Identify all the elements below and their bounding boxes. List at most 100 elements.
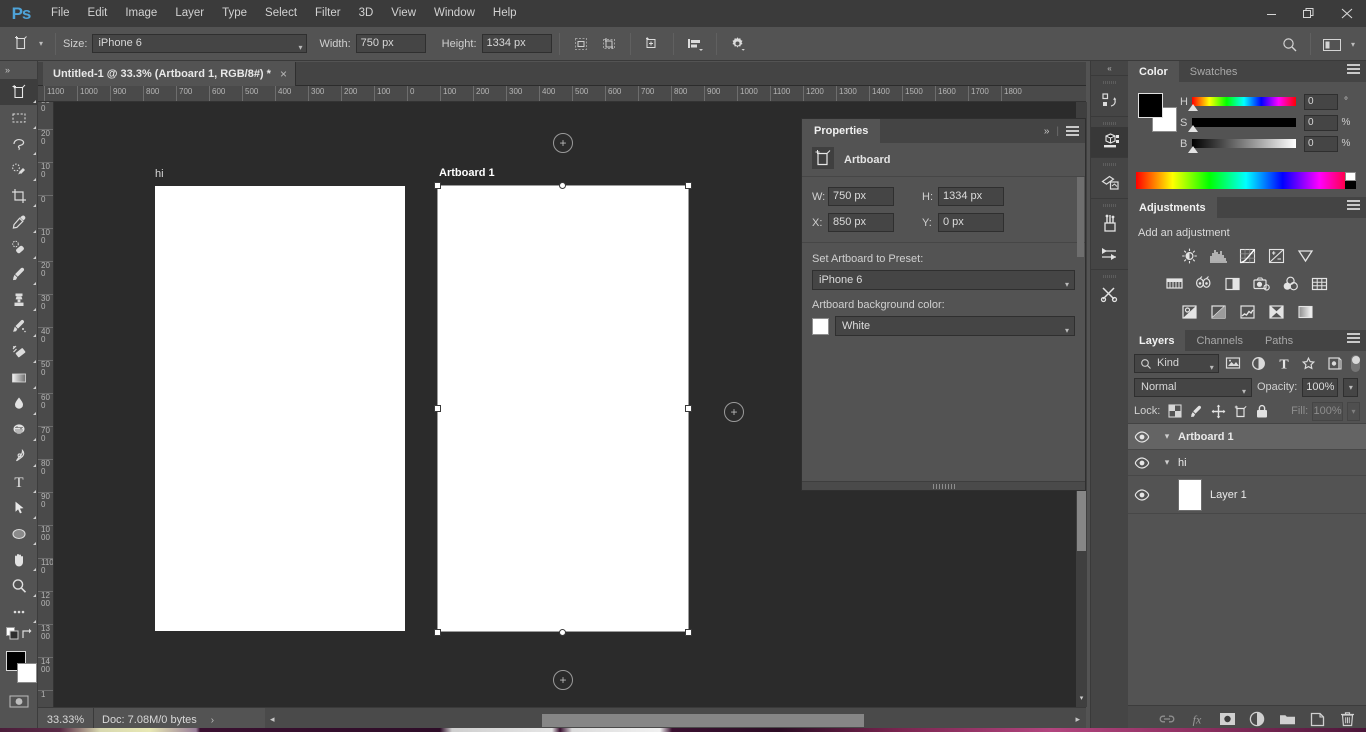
layer-visibility-icon[interactable]	[1128, 488, 1156, 501]
quick-mask-button[interactable]	[0, 691, 38, 713]
document-tab[interactable]: Untitled-1 @ 33.3% (Artboard 1, RGB/8#) …	[43, 62, 296, 86]
scrollbar-thumb[interactable]	[542, 714, 864, 727]
x-input[interactable]: 850 px	[828, 213, 894, 232]
tool-rectangular-marquee[interactable]	[0, 105, 38, 131]
vertical-ruler[interactable]: 300 200 100 0 100 200 300 400 500 600 70…	[38, 102, 54, 707]
hue-value[interactable]: 0	[1304, 93, 1338, 110]
selection-handle-tl[interactable]	[434, 182, 441, 189]
chevron-down-icon[interactable]: ▾	[1156, 431, 1178, 442]
tab-swatches[interactable]: Swatches	[1179, 61, 1249, 82]
curves-icon[interactable]	[1236, 246, 1258, 266]
tab-paths[interactable]: Paths	[1254, 330, 1304, 351]
collapse-icon[interactable]: »	[1044, 126, 1050, 137]
lock-all-icon[interactable]	[1253, 401, 1271, 421]
color-lookup-icon[interactable]	[1309, 274, 1331, 294]
tool-gradient[interactable]	[0, 365, 38, 391]
saturation-value[interactable]: 0	[1304, 114, 1338, 131]
y-input[interactable]: 0 px	[938, 213, 1004, 232]
properties-resize-handle[interactable]	[802, 481, 1085, 490]
tab-properties[interactable]: Properties	[802, 119, 881, 143]
tab-channels[interactable]: Channels	[1185, 330, 1253, 351]
libraries-icon[interactable]	[1091, 86, 1129, 116]
add-artboard-right-button[interactable]: +	[724, 402, 744, 422]
white-swatch[interactable]	[1345, 172, 1356, 181]
minimize-button[interactable]	[1252, 0, 1290, 27]
menu-window[interactable]: Window	[425, 0, 484, 27]
status-expand-icon[interactable]: ›	[205, 715, 220, 726]
horizontal-ruler[interactable]: 1100 1000 900 800 700 600 500 400 300 20…	[38, 86, 1086, 102]
filter-pixel-icon[interactable]	[1223, 353, 1244, 373]
menu-help[interactable]: Help	[484, 0, 526, 27]
panel-menu-icon[interactable]	[1347, 333, 1360, 343]
black-white-icon[interactable]	[1222, 274, 1244, 294]
selection-handle-tr[interactable]	[685, 182, 692, 189]
brightness-slider[interactable]	[1188, 139, 1296, 153]
background-color-swatch[interactable]	[812, 317, 829, 335]
brightness-contrast-icon[interactable]	[1178, 246, 1200, 266]
height-input[interactable]: 1334 px	[481, 34, 552, 53]
selective-color-icon[interactable]	[1294, 302, 1316, 322]
menu-layer[interactable]: Layer	[166, 0, 213, 27]
selection-handle-mr[interactable]	[685, 405, 692, 412]
color-spectrum-ramp[interactable]	[1136, 172, 1356, 189]
tab-adjustments[interactable]: Adjustments	[1128, 197, 1217, 218]
height-input[interactable]: 1334 px	[938, 187, 1004, 206]
tab-color[interactable]: Color	[1128, 61, 1179, 82]
panel-menu-icon[interactable]	[1347, 64, 1360, 74]
saturation-slider[interactable]	[1188, 118, 1296, 132]
close-button[interactable]	[1328, 0, 1366, 27]
align-icon[interactable]	[681, 31, 709, 57]
tool-pen[interactable]	[0, 443, 38, 469]
tab-layers[interactable]: Layers	[1128, 330, 1186, 351]
artboard-preset-icon[interactable]	[567, 31, 595, 57]
search-icon[interactable]	[1275, 31, 1303, 57]
threshold-icon[interactable]	[1236, 302, 1258, 322]
gradient-map-icon[interactable]	[1265, 302, 1287, 322]
size-select[interactable]: iPhone 6 ▾	[92, 34, 308, 53]
lock-position-icon[interactable]	[1210, 401, 1228, 421]
color-balance-icon[interactable]	[1193, 274, 1215, 294]
tool-zoom[interactable]	[0, 573, 38, 599]
filter-shape-icon[interactable]	[1298, 353, 1319, 373]
tool-preset-caret-icon[interactable]: ▾	[34, 31, 48, 57]
menu-view[interactable]: View	[382, 0, 425, 27]
filter-enable-toggle[interactable]	[1350, 354, 1360, 372]
levels-icon[interactable]	[1207, 246, 1229, 266]
scroll-down-arrow-icon[interactable]: ▾	[1076, 694, 1087, 706]
layer-visibility-icon[interactable]	[1128, 430, 1156, 443]
scroll-left-arrow-icon[interactable]: ◂	[270, 714, 275, 725]
workspace-icon[interactable]	[1318, 31, 1346, 57]
lock-image-icon[interactable]	[1188, 401, 1206, 421]
vibrance-icon[interactable]	[1294, 246, 1316, 266]
menu-file[interactable]: File	[42, 0, 79, 27]
hue-saturation-icon[interactable]	[1164, 274, 1186, 294]
chevron-down-icon[interactable]: ▾	[1156, 457, 1178, 468]
invert-icon[interactable]	[1178, 302, 1200, 322]
selection-handle-br[interactable]	[685, 629, 692, 636]
tool-crop[interactable]	[0, 183, 38, 209]
panel-menu-icon[interactable]	[1066, 126, 1079, 136]
settings-gear-icon[interactable]	[724, 31, 752, 57]
preset-select[interactable]: iPhone 6 ▾	[812, 270, 1075, 290]
menu-image[interactable]: Image	[116, 0, 166, 27]
new-group-icon[interactable]	[1278, 710, 1296, 728]
tool-eyedropper[interactable]	[0, 209, 38, 235]
workspace-caret-icon[interactable]: ▾	[1346, 31, 1360, 57]
posterize-icon[interactable]	[1207, 302, 1229, 322]
swap-colors-icon[interactable]	[20, 627, 34, 644]
exposure-icon[interactable]	[1265, 246, 1287, 266]
artboard-tool-icon[interactable]	[8, 31, 34, 57]
link-layers-icon[interactable]	[1158, 710, 1176, 728]
selection-handle-tc[interactable]	[559, 182, 566, 189]
foreground-color-swatch[interactable]	[1138, 93, 1163, 118]
tool-path-selection[interactable]	[0, 495, 38, 521]
blend-mode-select[interactable]: Normal ▾	[1134, 377, 1252, 397]
tool-presets-icon[interactable]	[1091, 280, 1129, 310]
selection-handle-ml[interactable]	[434, 405, 441, 412]
brush-settings-icon[interactable]	[1091, 239, 1129, 269]
width-input[interactable]: 750 px	[355, 34, 426, 53]
artboard-label-hi[interactable]: hi	[155, 168, 164, 180]
selection-handle-bl[interactable]	[434, 629, 441, 636]
tool-quick-selection[interactable]	[0, 157, 38, 183]
background-color-swatch[interactable]	[17, 663, 37, 683]
